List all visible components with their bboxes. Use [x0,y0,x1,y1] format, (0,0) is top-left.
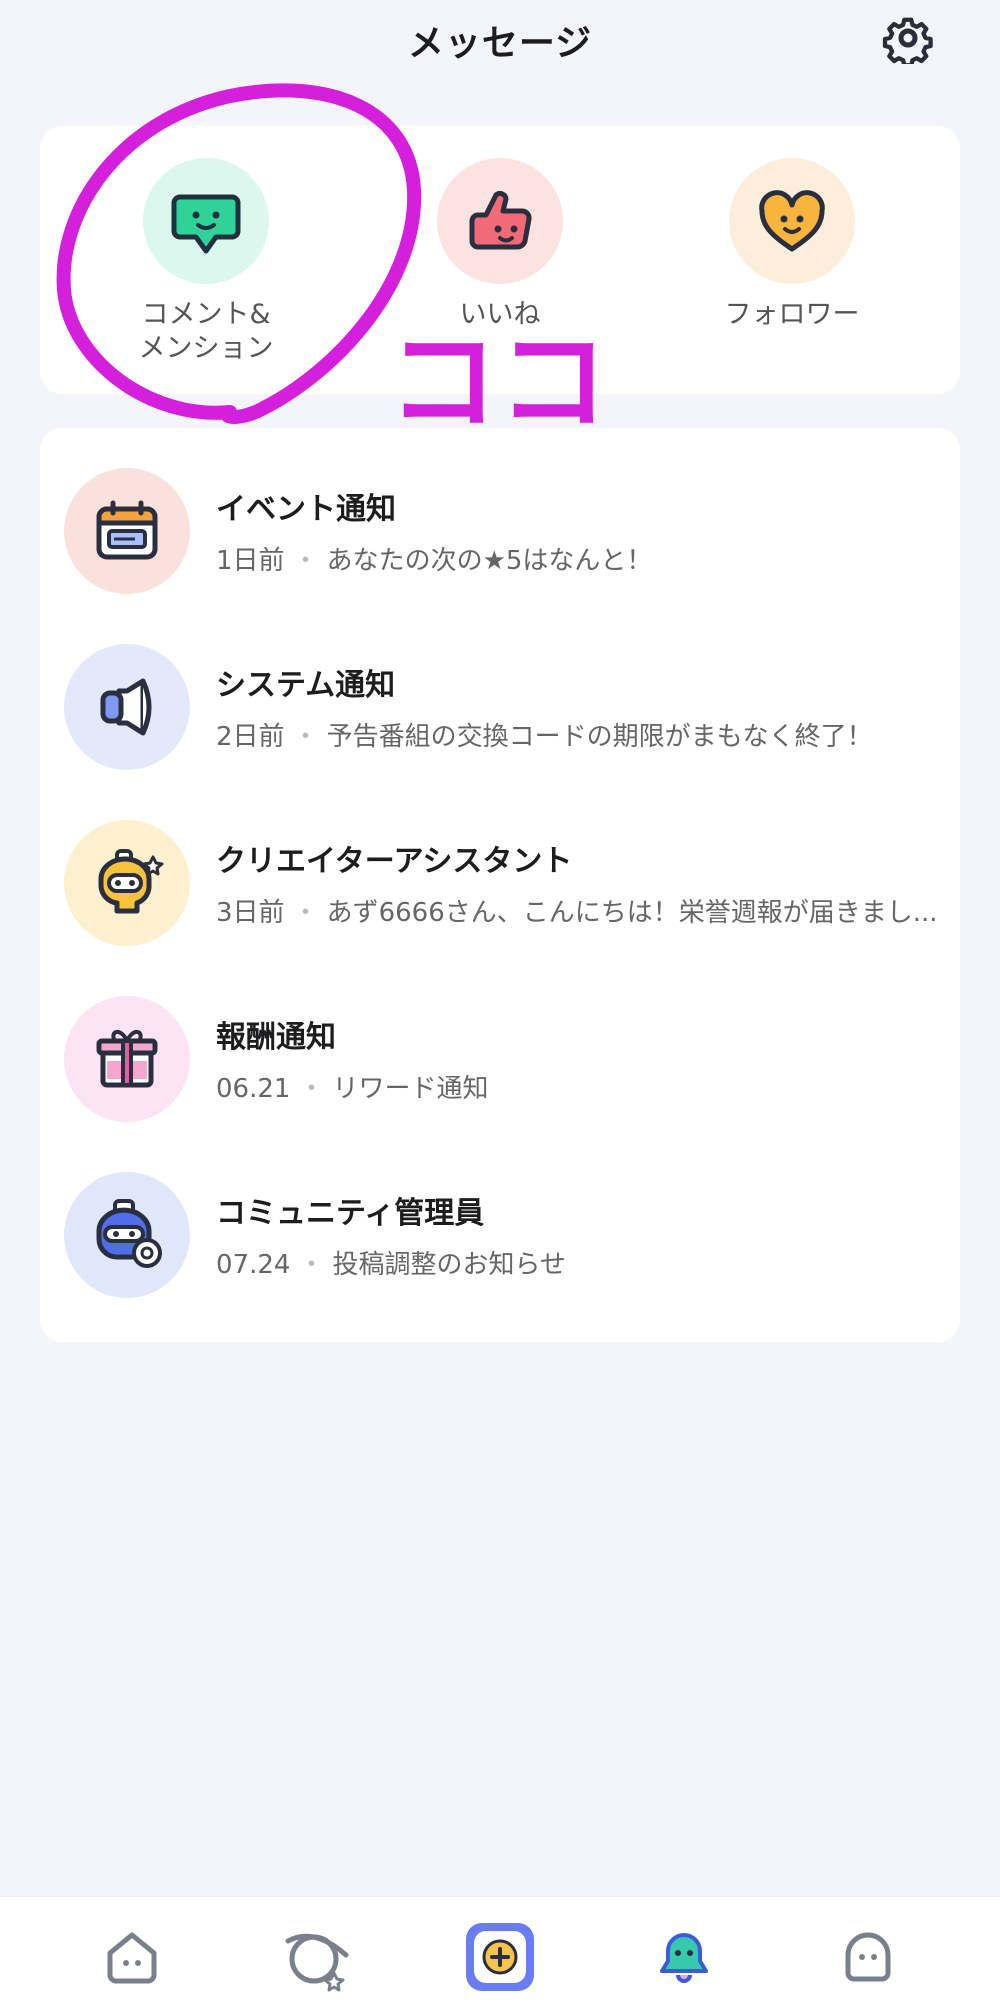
notification-list: イベント通知 1日前・あなたの次の★5はなんと！ システム通知 2日前・予告番組… [40,428,960,1342]
list-item-reward-notice[interactable]: 報酬通知 06.21 ・リワード通知 [64,996,944,1126]
header: メッセージ [0,0,1000,80]
list-item-title: コミュニティ管理員 [216,1196,485,1231]
list-item-event-notice[interactable]: イベント通知 1日前・あなたの次の★5はなんと！ [64,468,944,598]
speaker-icon [64,644,190,770]
category-label: コメント& メンション [138,299,274,364]
moderator-robot-icon [64,1172,190,1298]
list-item-title: システム通知 [216,668,396,703]
assistant-robot-icon [64,820,190,946]
heart-icon [729,158,855,284]
list-item-title: クリエイターアシスタント [216,844,573,879]
category-label: いいね [459,299,541,330]
list-item-subtitle: 1日前・あなたの次の★5はなんと！ [216,546,653,576]
list-item-system-notice[interactable]: システム通知 2日前・予告番組の交換コードの期限がまもなく終了！ [64,644,944,774]
planet-icon[interactable] [276,1917,356,1997]
list-item-creator-assistant[interactable]: クリエイターアシスタント 3日前・あず6666さん、こんにちは！栄誉週報が届きま… [64,820,944,950]
list-item-title: イベント通知 [216,492,396,527]
thumbs-up-icon [437,158,563,284]
category-comments-mentions[interactable]: コメント& メンション [96,158,316,366]
page-title: メッセージ [407,23,593,64]
profile-ghost-icon[interactable] [828,1917,908,1997]
gift-icon [64,996,190,1122]
list-item-subtitle: 3日前・あず6666さん、こんにちは！栄誉週報が届きまし... [216,898,938,928]
list-item-community-moderator[interactable]: コミュニティ管理員 07.24 ・投稿調整のお知らせ [64,1172,944,1302]
calendar-icon [64,468,190,594]
category-label: フォロワー [724,299,860,330]
settings-gear-icon[interactable] [882,12,934,68]
list-item-subtitle: 07.24 ・投稿調整のお知らせ [216,1250,566,1280]
speech-bubble-icon [143,158,269,284]
bottom-tab-bar [0,1896,1000,2013]
create-plus-icon[interactable] [460,1917,540,1997]
category-followers[interactable]: フォロワー [682,158,902,332]
list-item-title: 報酬通知 [216,1020,336,1055]
category-card: コメント& メンション いいね フォロワー [40,126,960,394]
list-item-subtitle: 2日前・予告番組の交換コードの期限がまもなく終了！ [216,722,873,752]
list-item-subtitle: 06.21 ・リワード通知 [216,1074,489,1104]
home-icon[interactable] [92,1917,172,1997]
messages-bell-icon[interactable] [644,1917,724,1997]
category-likes[interactable]: いいね [390,158,610,332]
